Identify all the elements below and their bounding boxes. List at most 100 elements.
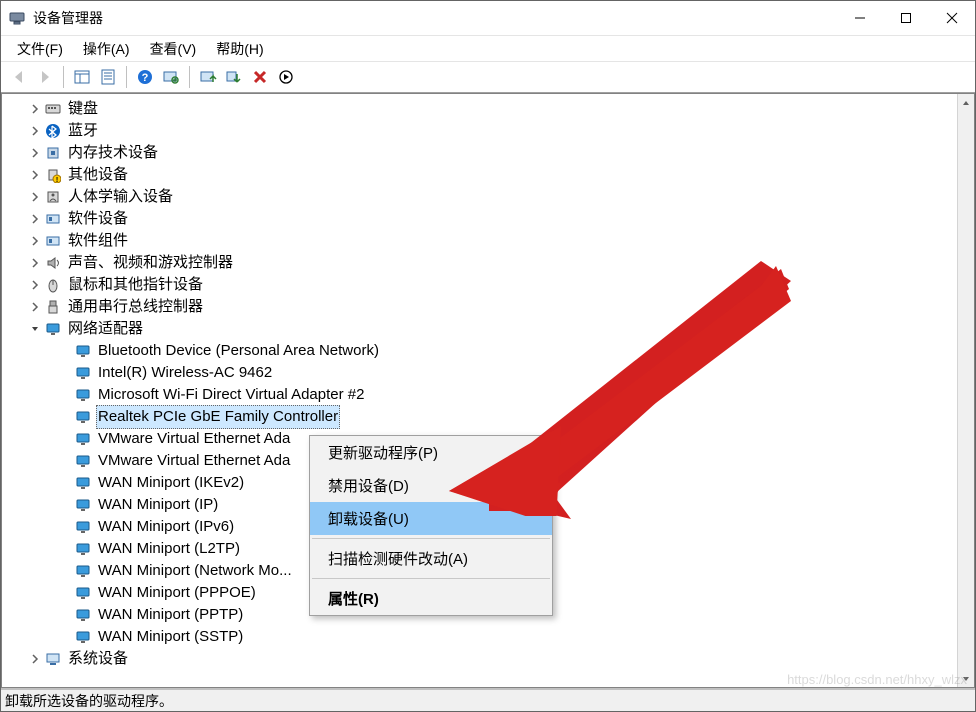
leaf-spacer [58,388,72,402]
cm-update-driver[interactable]: 更新驱动程序(P) [310,436,552,469]
network-adapter-icon [74,342,92,360]
disable-button[interactable] [248,65,272,89]
mouse-icon [44,276,62,294]
tree-device-item[interactable]: WAN Miniport (SSTP) [6,626,974,648]
menu-bar: 文件(F) 操作(A) 查看(V) 帮助(H) [1,35,975,61]
svg-text:!: ! [56,177,58,183]
leaf-spacer [58,344,72,358]
tree-category-usb[interactable]: 通用串行总线控制器 [6,296,974,318]
properties-button[interactable] [96,65,120,89]
expand-icon[interactable] [28,124,42,138]
leaf-spacer [58,366,72,380]
expand-icon[interactable] [28,212,42,226]
cm-scan-hardware[interactable]: 扫描检测硬件改动(A) [310,542,552,575]
status-bar: 卸载所选设备的驱动程序。 [1,689,975,711]
leaf-spacer [58,630,72,644]
tree-category-keyboard[interactable]: 键盘 [6,98,974,120]
category-label: 人体学输入设备 [66,186,175,208]
bluetooth-icon [44,122,62,140]
tree-device-item[interactable]: Intel(R) Wireless-AC 9462 [6,362,974,384]
collapse-icon[interactable] [28,322,42,336]
category-label: 系统设备 [66,648,130,670]
network-adapter-icon [74,584,92,602]
help-button[interactable]: ? [133,65,157,89]
leaf-spacer [58,520,72,534]
network-adapter-icon [74,518,92,536]
maximize-button[interactable] [883,1,929,35]
tree-category-network[interactable]: 网络适配器 [6,318,974,340]
expand-icon[interactable] [28,300,42,314]
network-adapter-icon [74,364,92,382]
system-icon [44,650,62,668]
back-button[interactable] [7,65,31,89]
category-label: 其他设备 [66,164,130,186]
forward-button[interactable] [33,65,57,89]
menu-file[interactable]: 文件(F) [7,37,73,61]
tree-category-other[interactable]: ! 其他设备 [6,164,974,186]
scroll-down-button[interactable] [958,670,974,687]
expand-icon[interactable] [28,168,42,182]
hid-icon [44,188,62,206]
tree-device-item[interactable]: Microsoft Wi-Fi Direct Virtual Adapter #… [6,384,974,406]
tree-category-hid[interactable]: 人体学输入设备 [6,186,974,208]
expand-icon[interactable] [28,146,42,160]
category-label: 键盘 [66,98,100,120]
cm-properties[interactable]: 属性(R) [310,582,552,615]
leaf-spacer [58,608,72,622]
expand-icon[interactable] [28,278,42,292]
update-driver-button[interactable] [196,65,220,89]
title-bar: 设备管理器 [1,1,975,35]
tree-category-software[interactable]: 软件设备 [6,208,974,230]
software-icon [44,210,62,228]
tree-category-sound[interactable]: 声音、视频和游戏控制器 [6,252,974,274]
keyboard-icon [44,100,62,118]
tree-category-system[interactable]: 系统设备 [6,648,974,670]
toolbar-separator [189,66,190,88]
expand-icon[interactable] [28,102,42,116]
close-button[interactable] [929,1,975,35]
leaf-spacer [58,454,72,468]
tree-device-item[interactable]: Realtek PCIe GbE Family Controller [6,406,974,428]
expand-icon[interactable] [28,234,42,248]
vertical-scrollbar[interactable] [957,94,974,687]
menu-view[interactable]: 查看(V) [140,37,207,61]
tree-category-bluetooth[interactable]: 蓝牙 [6,120,974,142]
scroll-track[interactable] [958,111,974,670]
device-label: WAN Miniport (IP) [96,494,220,516]
cm-separator [312,578,550,579]
cm-disable-device[interactable]: 禁用设备(D) [310,469,552,502]
expand-icon[interactable] [28,652,42,666]
expand-icon[interactable] [28,190,42,204]
category-label: 蓝牙 [66,120,100,142]
toolbar-separator [63,66,64,88]
tree-category-mouse[interactable]: 鼠标和其他指针设备 [6,274,974,296]
show-hide-tree-button[interactable] [70,65,94,89]
device-label: VMware Virtual Ethernet Ada [96,428,292,450]
expand-icon[interactable] [28,256,42,270]
scan-hardware-button[interactable] [159,65,183,89]
minimize-button[interactable] [837,1,883,35]
tree-category-swcomp[interactable]: 软件组件 [6,230,974,252]
category-label: 通用串行总线控制器 [66,296,205,318]
uninstall-button[interactable] [222,65,246,89]
device-label: VMware Virtual Ethernet Ada [96,450,292,472]
usb-icon [44,298,62,316]
window-controls [837,1,975,35]
cm-uninstall-device[interactable]: 卸载设备(U) [310,502,552,535]
scroll-up-button[interactable] [958,94,974,111]
warn-icon: ! [44,166,62,184]
device-label: Bluetooth Device (Personal Area Network) [96,340,381,362]
tree-category-memory[interactable]: 内存技术设备 [6,142,974,164]
network-icon [44,320,62,338]
enable-button[interactable] [274,65,298,89]
chip-icon [44,144,62,162]
leaf-spacer [58,542,72,556]
menu-action[interactable]: 操作(A) [73,37,140,61]
cm-separator [312,538,550,539]
device-label: Microsoft Wi-Fi Direct Virtual Adapter #… [96,384,366,406]
category-label: 软件设备 [66,208,130,230]
menu-help[interactable]: 帮助(H) [206,37,273,61]
tree-device-item[interactable]: Bluetooth Device (Personal Area Network) [6,340,974,362]
window-title: 设备管理器 [33,8,103,28]
leaf-spacer [58,586,72,600]
